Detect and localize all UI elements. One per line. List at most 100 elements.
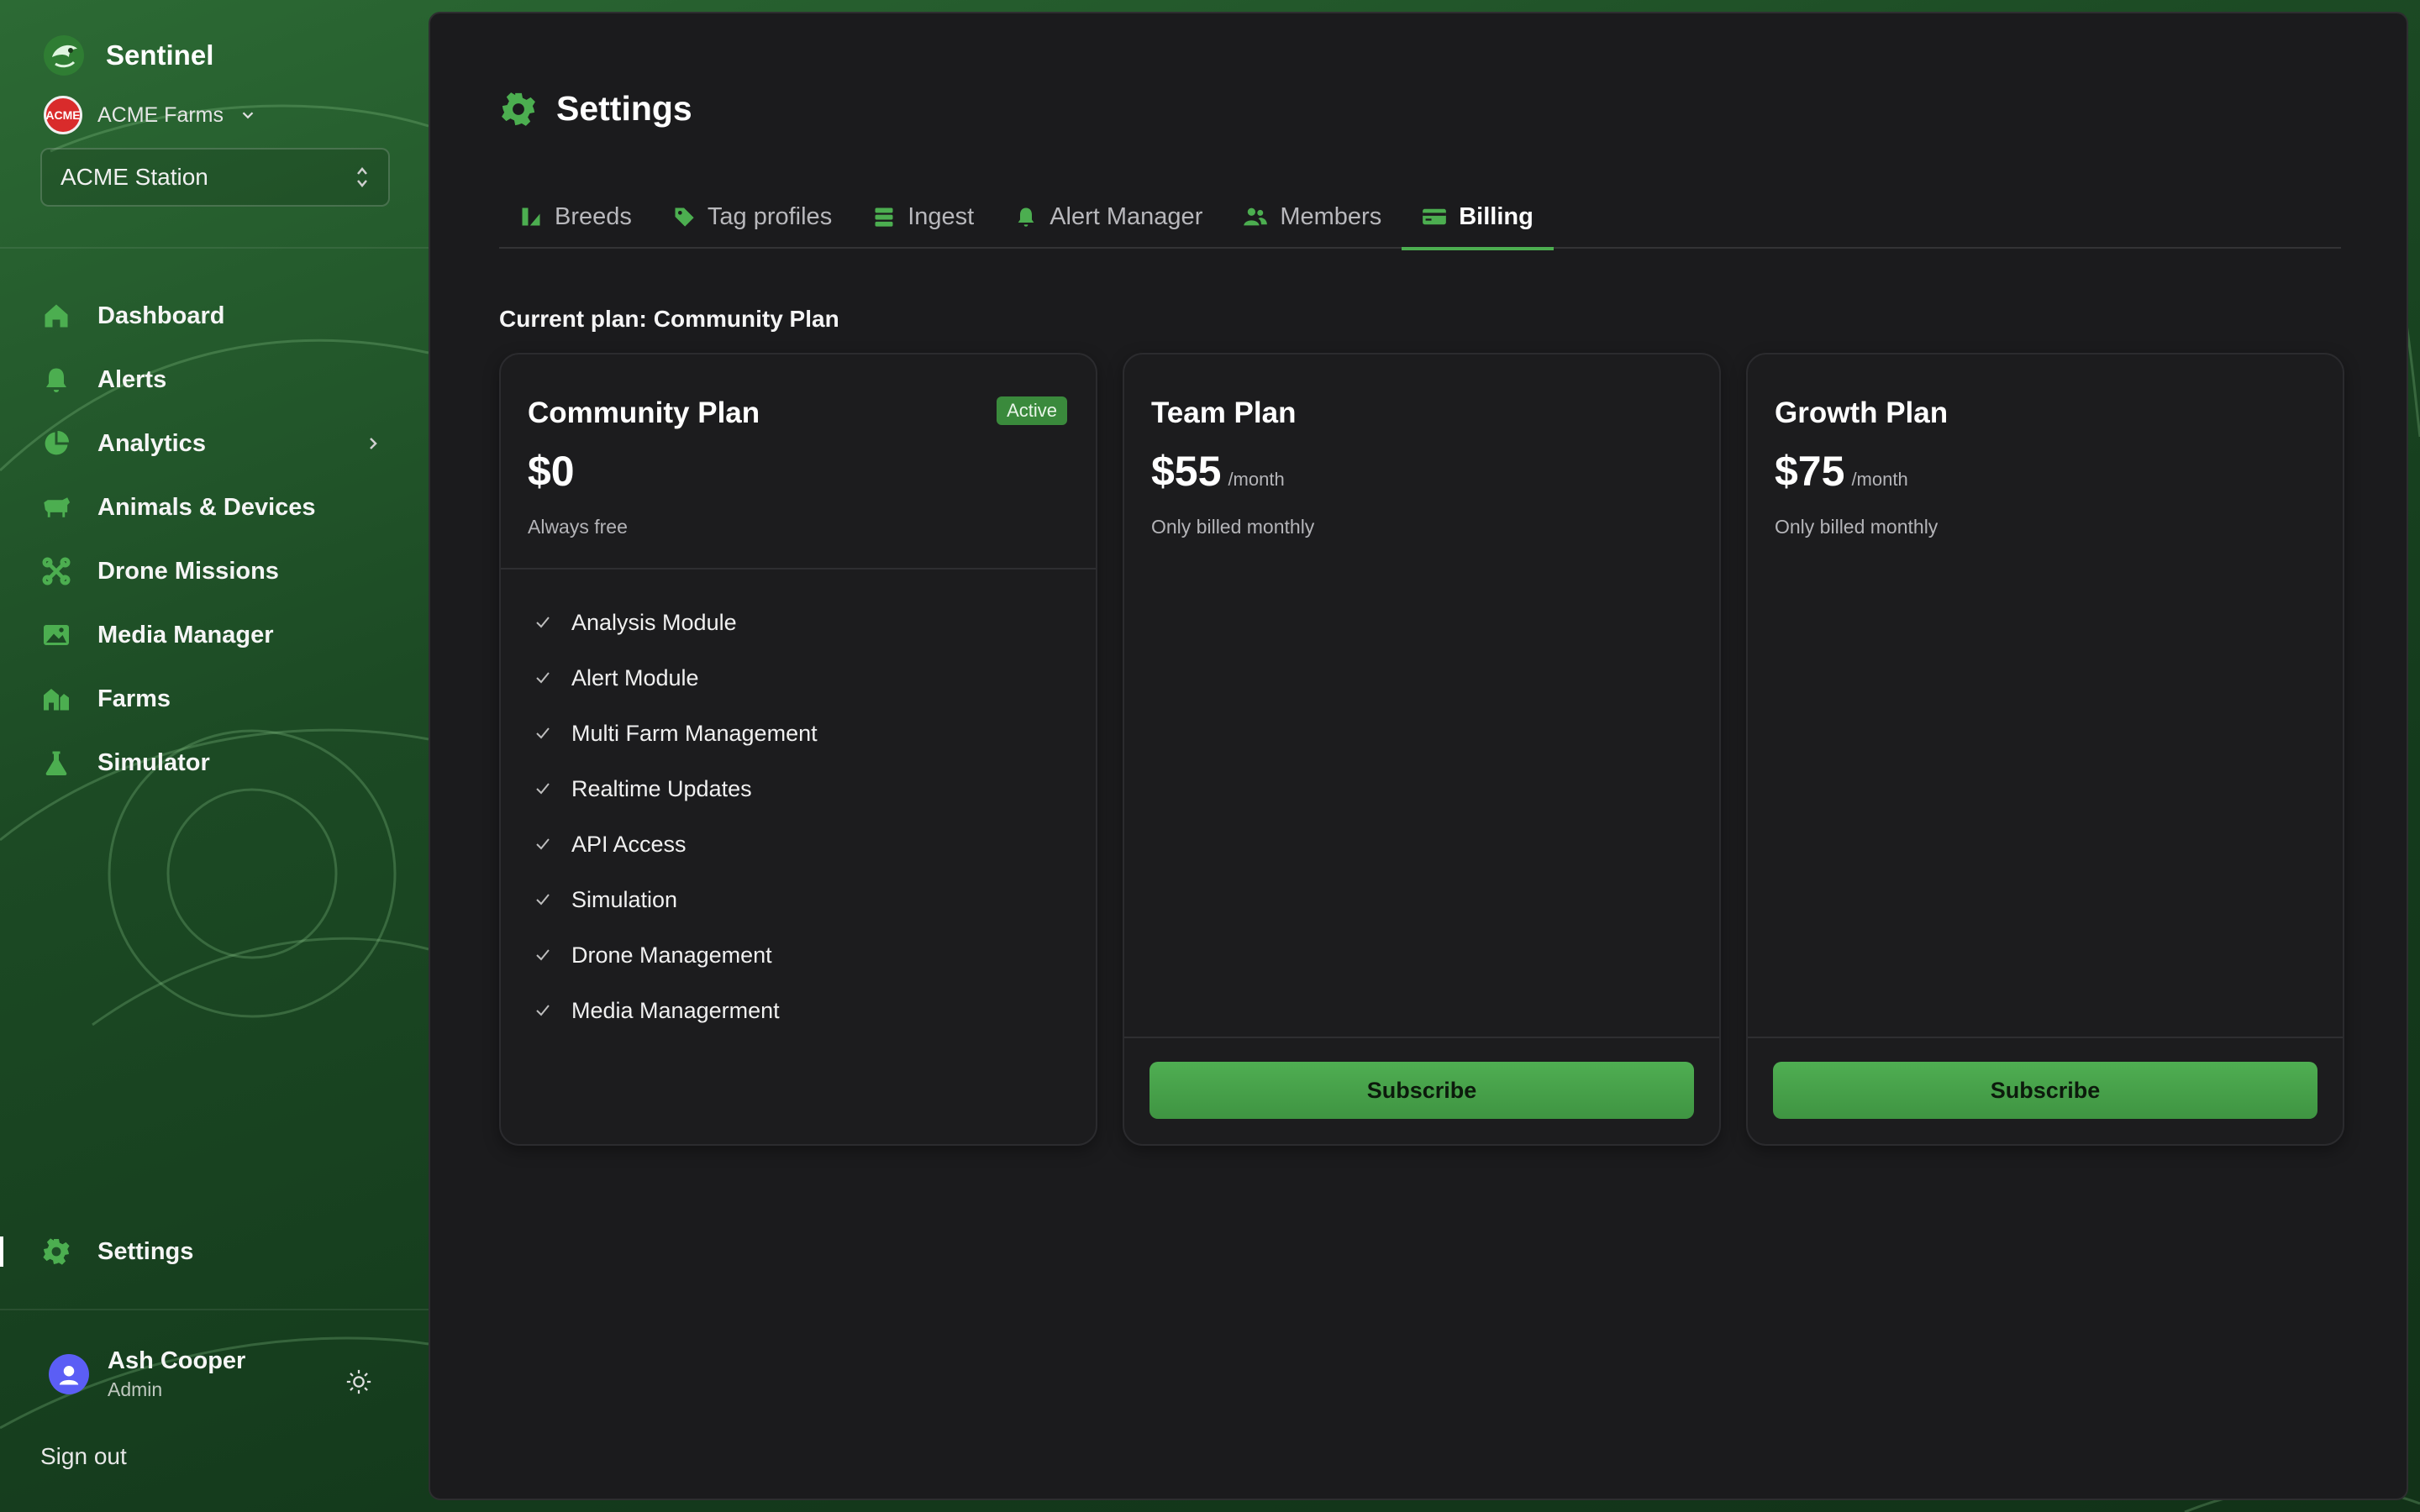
sidebar-item-alerts[interactable]: Alerts bbox=[0, 348, 429, 412]
org-logo-text: ACME bbox=[45, 108, 81, 122]
sidebar-item-media-manager[interactable]: Media Manager bbox=[0, 603, 429, 667]
sidebar-item-animals-devices[interactable]: Animals & Devices bbox=[0, 475, 429, 539]
plan-price-row: $0 bbox=[528, 447, 575, 496]
check-icon bbox=[536, 672, 550, 684]
tab-ingest[interactable]: Ingest bbox=[852, 185, 994, 249]
sidebar-item-analytics[interactable]: Analytics bbox=[0, 412, 429, 475]
theme-toggle-button[interactable] bbox=[341, 1364, 376, 1399]
card-divider bbox=[1124, 1037, 1719, 1038]
check-icon bbox=[536, 894, 550, 906]
sign-out-link[interactable]: Sign out bbox=[40, 1443, 127, 1470]
tab-tag-profiles[interactable]: Tag profiles bbox=[652, 185, 852, 249]
plan-cards: Community Plan Active $0 Always free Ana… bbox=[499, 353, 2344, 1146]
page-title: Settings bbox=[556, 89, 692, 128]
user-info: Ash Cooper Admin bbox=[108, 1347, 245, 1401]
brand[interactable]: Sentinel bbox=[40, 32, 213, 79]
plan-price: $0 bbox=[528, 448, 575, 495]
sidebar-divider bbox=[0, 247, 429, 249]
plan-card-community: Community Plan Active $0 Always free Ana… bbox=[499, 353, 1097, 1146]
plan-card-growth: Growth Plan $75 /month Only billed month… bbox=[1746, 353, 2344, 1146]
card-divider bbox=[501, 568, 1096, 570]
flask-icon bbox=[40, 747, 72, 779]
plan-card-team: Team Plan $55 /month Only billed monthly… bbox=[1123, 353, 1721, 1146]
feature-label: Realtime Updates bbox=[571, 775, 752, 801]
org-name: ACME Farms bbox=[97, 102, 224, 127]
sidebar-item-label: Dashboard bbox=[97, 302, 225, 329]
active-badge: Active bbox=[997, 396, 1067, 425]
tab-billing[interactable]: Billing bbox=[1402, 185, 1554, 250]
subscribe-button[interactable]: Subscribe bbox=[1150, 1062, 1694, 1119]
plan-billing-note: Only billed monthly bbox=[1151, 516, 1315, 538]
feature-label: Drone Management bbox=[571, 942, 772, 968]
feature-label: Alert Module bbox=[571, 664, 699, 690]
bell-icon bbox=[1018, 207, 1034, 227]
sidebar-item-label: Media Manager bbox=[97, 621, 274, 648]
tab-label: Alert Manager bbox=[1050, 202, 1203, 230]
feature-item: Media Managerment bbox=[533, 983, 818, 1038]
sidebar-item-farms[interactable]: Farms bbox=[0, 667, 429, 731]
station-select-value: ACME Station bbox=[60, 164, 208, 190]
pie-chart-icon bbox=[40, 428, 72, 459]
tag-icon bbox=[675, 207, 694, 227]
sidebar-nav: Dashboard Alerts Analytics Animals & Dev… bbox=[0, 284, 429, 795]
tab-label: Billing bbox=[1459, 202, 1534, 230]
plan-billing-note: Always free bbox=[528, 516, 628, 538]
sidebar-item-label: Analytics bbox=[97, 429, 206, 457]
feature-item: Analysis Module bbox=[533, 595, 818, 650]
org-switcher[interactable]: ACME ACME Farms bbox=[44, 96, 257, 134]
gear-icon bbox=[40, 1236, 72, 1268]
current-plan-name: Community Plan bbox=[653, 306, 839, 332]
feature-label: Simulation bbox=[571, 886, 678, 912]
database-icon bbox=[875, 207, 893, 227]
current-plan-label: Current plan: bbox=[499, 306, 647, 332]
sidebar-item-label: Drone Missions bbox=[97, 557, 279, 585]
feature-label: Media Managerment bbox=[571, 997, 780, 1023]
plan-period: /month bbox=[1228, 469, 1285, 490]
tab-members[interactable]: Members bbox=[1223, 185, 1402, 249]
user-role: Admin bbox=[108, 1378, 163, 1400]
user-profile[interactable]: Ash Cooper Admin bbox=[49, 1347, 245, 1401]
plan-name: Community Plan bbox=[528, 396, 760, 429]
sidebar-item-drone-missions[interactable]: Drone Missions bbox=[0, 539, 429, 603]
subscribe-button[interactable]: Subscribe bbox=[1773, 1062, 2317, 1119]
plan-name: Team Plan bbox=[1151, 396, 1297, 429]
check-icon bbox=[536, 838, 550, 850]
tab-label: Members bbox=[1280, 202, 1382, 230]
app-root: Sentinel ACME ACME Farms ACME Station Da… bbox=[0, 0, 2420, 1512]
tab-breeds[interactable]: Breeds bbox=[499, 185, 652, 249]
main-panel: Settings Breeds Tag profiles Ingest Aler… bbox=[429, 12, 2408, 1500]
org-logo: ACME bbox=[44, 96, 82, 134]
feature-item: API Access bbox=[533, 816, 818, 872]
tab-alert-manager[interactable]: Alert Manager bbox=[994, 185, 1223, 249]
feature-list: Analysis Module Alert Module Multi Farm … bbox=[533, 595, 818, 1038]
station-select[interactable]: ACME Station bbox=[40, 148, 390, 207]
plan-period: /month bbox=[1851, 469, 1908, 490]
credit-card-icon bbox=[1423, 208, 1447, 225]
tab-label: Breeds bbox=[555, 202, 632, 230]
chevron-down-icon bbox=[242, 112, 254, 119]
breeds-icon bbox=[522, 207, 540, 226]
card-divider bbox=[1748, 1037, 2343, 1038]
active-indicator bbox=[0, 1236, 3, 1267]
check-icon bbox=[536, 617, 550, 628]
sentinel-logo-icon bbox=[44, 35, 84, 76]
plan-billing-note: Only billed monthly bbox=[1775, 516, 1939, 538]
feature-label: Analysis Module bbox=[571, 609, 737, 635]
feature-item: Simulation bbox=[533, 872, 818, 927]
image-icon bbox=[40, 619, 72, 651]
home-icon bbox=[40, 300, 72, 332]
plan-price: $55 bbox=[1151, 448, 1222, 495]
feature-item: Realtime Updates bbox=[533, 761, 818, 816]
chevron-up-down-icon bbox=[357, 167, 367, 187]
barn-icon bbox=[40, 683, 72, 715]
sun-icon bbox=[346, 1369, 371, 1394]
sidebar-item-simulator[interactable]: Simulator bbox=[0, 731, 429, 795]
tab-label: Ingest bbox=[908, 202, 975, 230]
sidebar-item-settings[interactable]: Settings bbox=[0, 1220, 429, 1284]
sidebar: Sentinel ACME ACME Farms ACME Station Da… bbox=[0, 0, 429, 1512]
feature-label: API Access bbox=[571, 831, 687, 857]
sidebar-item-dashboard[interactable]: Dashboard bbox=[0, 284, 429, 348]
sidebar-item-label: Simulator bbox=[97, 748, 210, 776]
check-icon bbox=[536, 783, 550, 795]
feature-item: Multi Farm Management bbox=[533, 706, 818, 761]
